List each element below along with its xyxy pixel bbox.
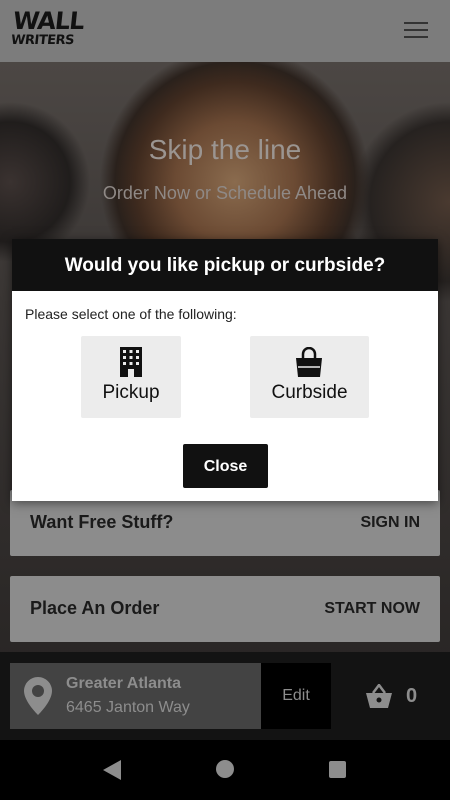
shopping-bag-icon [296, 347, 322, 377]
free-stuff-label: Want Free Stuff? [30, 512, 174, 532]
map-pin-icon [24, 677, 52, 715]
logo-line-1: WALL [11, 7, 86, 35]
hero-title: Skip the line [148, 134, 302, 165]
pickup-curbside-dialog: Would you like pickup or curbside? Pleas… [12, 239, 438, 501]
close-button[interactable]: Close [183, 444, 268, 488]
android-nav-bar [0, 740, 450, 800]
pickup-label: Pickup [102, 382, 160, 403]
back-nav-icon[interactable] [103, 760, 121, 780]
curbside-label: Curbside [271, 382, 348, 403]
logo-line-2: WRITERS [10, 33, 75, 48]
edit-location-button[interactable]: Edit [261, 663, 331, 729]
hero-subtitle: Order Now or Schedule Ahead [102, 183, 348, 203]
location-footer: Greater Atlanta 6465 Janton Way Edit 0 [0, 652, 450, 740]
place-order-card[interactable]: Place An Order START NOW [10, 576, 440, 642]
shopping-basket-icon[interactable] [366, 684, 392, 708]
dialog-title: Would you like pickup or curbside? [12, 239, 438, 291]
hamburger-menu-icon[interactable] [404, 22, 428, 40]
start-now-button[interactable]: START NOW [324, 600, 420, 618]
wall-writers-logo: WALL WRITERS [10, 7, 86, 53]
location-name: Greater Atlanta [66, 675, 181, 692]
location-selector[interactable]: Greater Atlanta 6465 Janton Way [10, 663, 261, 729]
cart-count: 0 [406, 685, 418, 707]
dialog-prompt: Please select one of the following: [25, 306, 237, 322]
pickup-option-button[interactable]: Pickup [81, 336, 181, 418]
curbside-option-button[interactable]: Curbside [250, 336, 369, 418]
recent-apps-icon[interactable] [329, 761, 346, 778]
place-order-label: Place An Order [30, 598, 160, 618]
location-address: 6465 Janton Way [66, 699, 190, 716]
app-header: WALL WRITERS [0, 0, 450, 62]
sign-in-button[interactable]: SIGN IN [360, 514, 420, 532]
building-icon [120, 347, 142, 377]
home-nav-icon[interactable] [216, 760, 234, 778]
